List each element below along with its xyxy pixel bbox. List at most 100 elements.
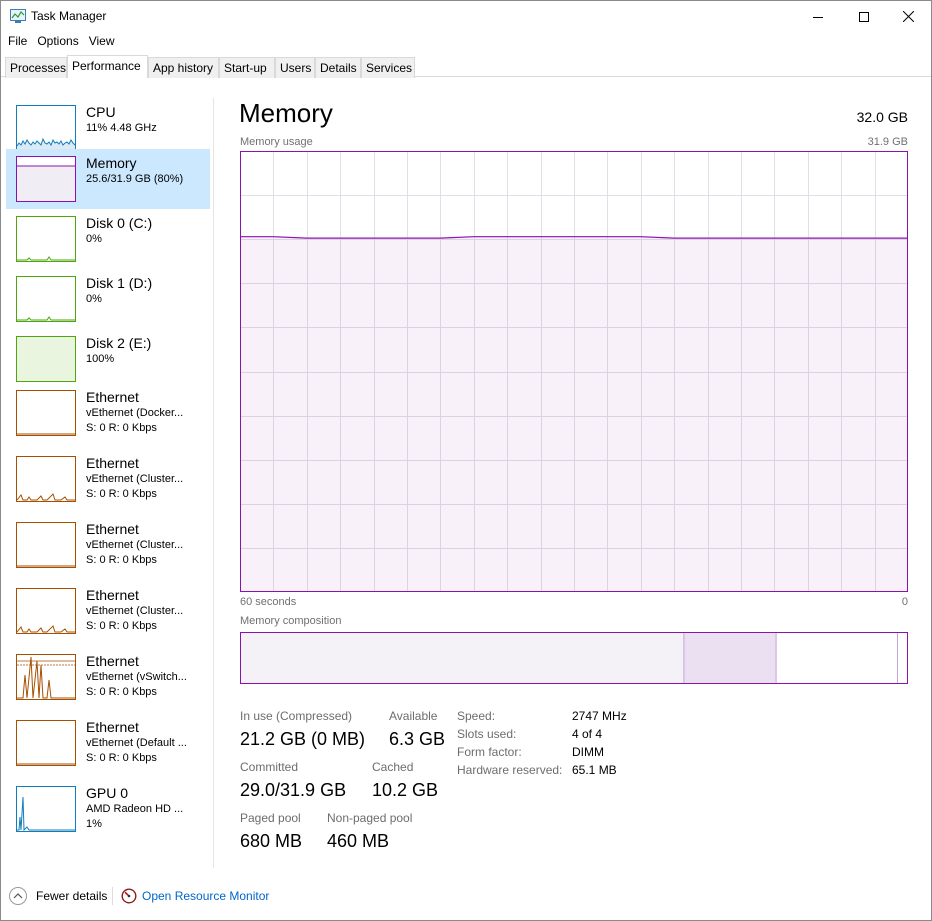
paged-pool-value: 680 MB bbox=[240, 831, 303, 851]
menu-options[interactable]: Options bbox=[37, 32, 78, 52]
sidebar-item-subdetail: S: 0 R: 0 Kbps bbox=[86, 422, 157, 434]
sidebar-item-subdetail: S: 0 R: 0 Kbps bbox=[86, 620, 157, 632]
sidebar-item-ethernet[interactable]: Ethernet vEthernet (Cluster... S: 0 R: 0 K… bbox=[6, 455, 210, 515]
title-bar: Task Manager bbox=[1, 1, 931, 32]
sidebar-item-title: Ethernet bbox=[86, 587, 139, 603]
sidebar-thumbnail-graph bbox=[16, 216, 76, 262]
sidebar-item-title: Ethernet bbox=[86, 653, 139, 669]
sidebar-item-subdetail: S: 0 R: 0 Kbps bbox=[86, 752, 157, 764]
cached-label: Cached bbox=[372, 760, 414, 774]
maximize-icon bbox=[859, 11, 869, 22]
performance-sidebar: CPU 11% 4.48 GHz Memory 25.6/31.9 GB (80%) D… bbox=[1, 78, 213, 868]
speed-label: Speed: bbox=[457, 709, 496, 723]
sidebar-item-title: Ethernet bbox=[86, 719, 139, 735]
resource-monitor-icon bbox=[121, 888, 137, 904]
memory-usage-chart bbox=[240, 151, 908, 592]
thumbnail-graph-line bbox=[17, 625, 75, 633]
sidebar-thumbnail-graph bbox=[16, 588, 76, 634]
time-span-label: 60 seconds bbox=[240, 596, 297, 608]
form-factor-value: DIMM bbox=[572, 745, 604, 759]
tab-app-history[interactable]: App history bbox=[148, 57, 219, 78]
thumbnail-graph-line bbox=[17, 316, 75, 321]
non-paged-pool-label: Non-paged pool bbox=[327, 811, 413, 825]
sidebar-item-title: Disk 2 (E:) bbox=[86, 335, 152, 351]
fewer-details-button[interactable]: Fewer details bbox=[9, 887, 107, 905]
sidebar-item-subdetail: 1% bbox=[86, 818, 102, 830]
in-use-label: In use (Compressed) bbox=[240, 709, 353, 723]
in-use-value: 21.2 GB (0 MB) bbox=[240, 729, 366, 749]
cached-value: 10.2 GB bbox=[372, 780, 439, 800]
sidebar-item-detail: vEthernet (Default ... bbox=[86, 737, 187, 749]
sidebar-item-subdetail: S: 0 R: 0 Kbps bbox=[86, 554, 157, 566]
thumbnail-graph-line bbox=[17, 565, 75, 567]
thumbnail-graph-line bbox=[17, 433, 75, 435]
footer: Fewer details Open Resource Monitor bbox=[1, 881, 931, 911]
sidebar-thumbnail-graph bbox=[16, 456, 76, 502]
sidebar-item-disk-0-c[interactable]: Disk 0 (C:) 0% bbox=[6, 209, 210, 269]
close-button[interactable] bbox=[885, 1, 931, 32]
composition-segment-in-use bbox=[240, 632, 684, 684]
sidebar-thumbnail-graph bbox=[16, 336, 76, 382]
window-title: Task Manager bbox=[31, 9, 107, 23]
tab-performance[interactable]: Performance bbox=[67, 55, 148, 78]
sidebar-thumbnail-graph bbox=[16, 786, 76, 832]
minimize-button[interactable] bbox=[795, 1, 841, 32]
tab-start-up[interactable]: Start-up bbox=[219, 57, 275, 78]
usage-chart-label: Memory usage bbox=[240, 136, 313, 148]
committed-label: Committed bbox=[240, 760, 299, 774]
fewer-details-label: Fewer details bbox=[36, 889, 108, 903]
sidebar-item-detail: vEthernet (Docker... bbox=[86, 407, 184, 419]
sidebar-item-detail: vEthernet (vSwitch... bbox=[86, 671, 187, 683]
page-title: Memory bbox=[239, 98, 333, 128]
sidebar-item-memory[interactable]: Memory 25.6/31.9 GB (80%) bbox=[6, 149, 210, 209]
thumbnail-graph-line bbox=[17, 763, 75, 765]
composition-chart-label: Memory composition bbox=[240, 615, 342, 627]
sidebar-item-detail: 0% bbox=[86, 293, 102, 305]
sidebar-item-detail: vEthernet (Cluster... bbox=[86, 605, 184, 617]
sidebar-item-detail: AMD Radeon HD ... bbox=[86, 803, 184, 815]
sidebar-item-gpu-0[interactable]: GPU 0 AMD Radeon HD ... 1% bbox=[6, 785, 210, 845]
open-resource-monitor-link[interactable]: Open Resource Monitor bbox=[121, 888, 269, 904]
total-memory: 32.0 GB bbox=[856, 109, 908, 125]
sidebar-item-disk-2-e[interactable]: Disk 2 (E:) 100% bbox=[6, 329, 210, 389]
sidebar-item-title: CPU bbox=[86, 104, 116, 120]
menu-view[interactable]: View bbox=[89, 32, 115, 52]
tab-details[interactable]: Details bbox=[315, 57, 361, 78]
sidebar-item-title: GPU 0 bbox=[86, 785, 129, 801]
form-factor-label: Form factor: bbox=[457, 745, 522, 759]
tab-services[interactable]: Services bbox=[361, 57, 415, 78]
slots-used-value: 4 of 4 bbox=[572, 727, 603, 741]
paged-pool-label: Paged pool bbox=[240, 811, 301, 825]
sidebar-item-detail: 0% bbox=[86, 233, 102, 245]
thumbnail-graph-line bbox=[17, 493, 75, 501]
composition-segment-modified bbox=[683, 632, 776, 684]
speed-value: 2747 MHz bbox=[572, 709, 627, 723]
slots-used-label: Slots used: bbox=[457, 727, 517, 741]
sidebar-thumbnail-graph bbox=[16, 276, 76, 322]
open-resource-monitor-label: Open Resource Monitor bbox=[142, 889, 270, 903]
sidebar-item-title: Disk 1 (D:) bbox=[86, 275, 153, 291]
sidebar-item-ethernet[interactable]: Ethernet vEthernet (Docker... S: 0 R: 0 Kb… bbox=[6, 389, 210, 449]
tab-users[interactable]: Users bbox=[275, 57, 315, 78]
menu-bar: File Options View bbox=[1, 32, 119, 52]
sidebar-item-disk-1-d[interactable]: Disk 1 (D:) 0% bbox=[6, 269, 210, 329]
sidebar-item-title: Ethernet bbox=[86, 521, 139, 537]
close-icon bbox=[902, 11, 914, 22]
sidebar-item-ethernet[interactable]: Ethernet vEthernet (vSwitch... S: 0 R: 0 K… bbox=[6, 653, 210, 713]
tab-bar: Processes Performance App history Start-… bbox=[1, 55, 931, 78]
tab-processes[interactable]: Processes bbox=[5, 57, 67, 78]
sidebar-thumbnail-graph bbox=[16, 390, 76, 436]
thumbnail-graph-line bbox=[17, 796, 75, 831]
hardware-reserved-label: Hardware reserved: bbox=[457, 763, 563, 777]
sidebar-item-ethernet[interactable]: Ethernet vEthernet (Cluster... S: 0 R: 0 K… bbox=[6, 587, 210, 647]
sidebar-thumbnail-graph bbox=[16, 156, 76, 202]
maximize-button[interactable] bbox=[841, 1, 887, 32]
thumbnail-graph-line bbox=[17, 656, 75, 699]
sidebar-divider bbox=[213, 98, 214, 868]
menu-file[interactable]: File bbox=[8, 32, 27, 52]
sidebar-item-ethernet[interactable]: Ethernet vEthernet (Default ... S: 0 R: 0 … bbox=[6, 719, 210, 779]
sidebar-item-title: Ethernet bbox=[86, 389, 139, 405]
sidebar-item-ethernet[interactable]: Ethernet vEthernet (Cluster... S: 0 R: 0 K… bbox=[6, 521, 210, 581]
sidebar-item-detail: 11% 4.48 GHz bbox=[86, 122, 157, 134]
hardware-reserved-value: 65.1 MB bbox=[572, 763, 617, 777]
